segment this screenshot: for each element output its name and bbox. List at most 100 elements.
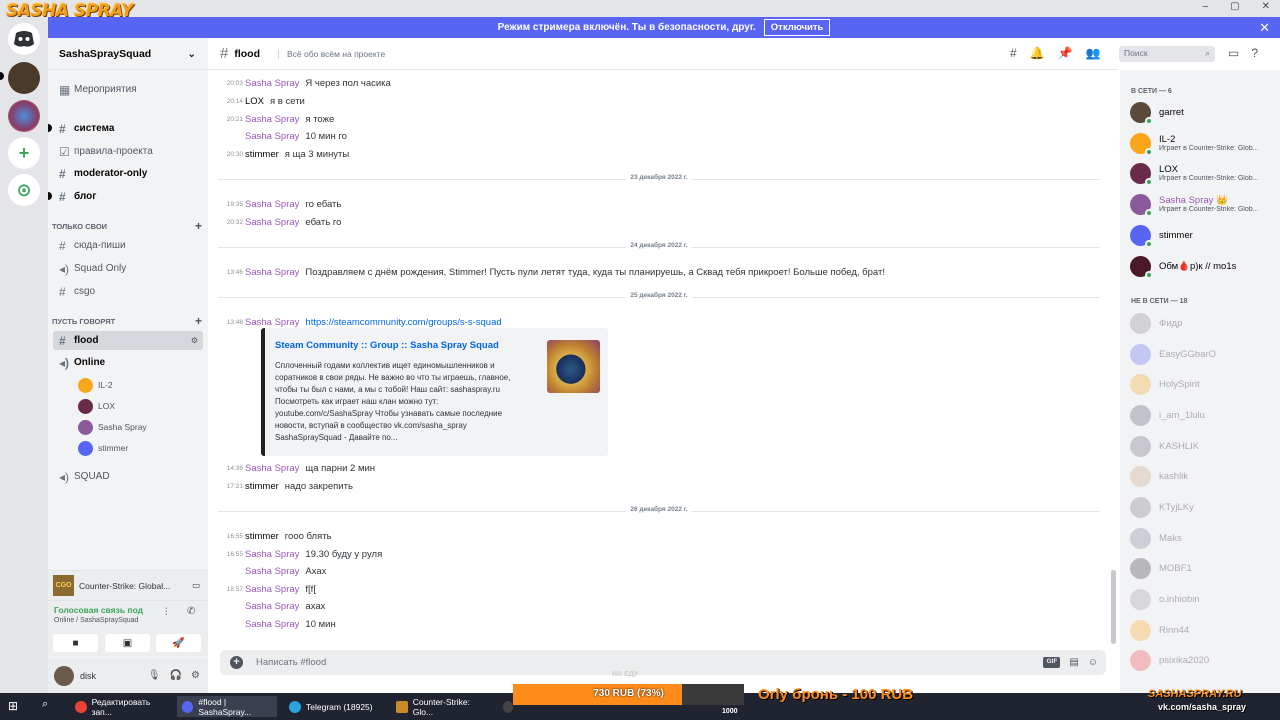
author[interactable]: Sasha Spray [245, 131, 299, 142]
member[interactable]: Rinn44 [1130, 616, 1275, 644]
maximize-icon[interactable]: ▢ [1230, 1, 1239, 12]
channel-syuda-pishi[interactable]: # сюда-пиши [53, 236, 203, 255]
member[interactable]: HolySpirit [1130, 370, 1275, 398]
author[interactable]: Sasha Spray [245, 114, 299, 125]
member[interactable]: kashlik [1130, 462, 1275, 490]
author[interactable]: Sasha Spray [245, 78, 299, 89]
inbox-icon[interactable]: ▭ [1228, 46, 1239, 60]
author[interactable]: stimmer [245, 531, 279, 542]
channel-moderator-only[interactable]: # moderator-only [53, 164, 203, 183]
voice-user[interactable]: stimmer [78, 439, 128, 457]
category-only-own[interactable]: ТОЛЬКО СВОИ + [52, 219, 202, 233]
bell-icon[interactable]: 🔔 [1030, 46, 1045, 60]
noise-icon[interactable]: ⫶ [165, 607, 168, 618]
screen-share-button[interactable]: ▣ [105, 634, 150, 652]
gear-icon[interactable]: ⚙ [191, 670, 200, 681]
member[interactable]: MOBF1 [1130, 554, 1275, 582]
voice-user[interactable]: Sasha Spray [78, 418, 147, 436]
minimize-icon[interactable]: – [1203, 1, 1209, 12]
microphone-icon[interactable]: 🎙 [148, 670, 161, 681]
camera-button[interactable]: ■ [53, 634, 98, 652]
member[interactable]: LOX Играет в Counter-Strike: Glob... [1130, 159, 1275, 187]
author[interactable]: Sasha Spray [245, 619, 299, 630]
disconnect-icon[interactable]: ✆ [187, 606, 195, 617]
taskbar-item-chrome[interactable]: Редактировать зап... [70, 696, 170, 717]
emoji-icon[interactable]: ☺ [1088, 657, 1098, 668]
author[interactable]: Sasha Spray [245, 199, 299, 210]
server-icon-sashaspraysquad[interactable] [8, 100, 40, 132]
channel-flood[interactable]: # flood ⚙ [53, 331, 203, 350]
search-icon[interactable]: ⌕ [42, 698, 48, 711]
member[interactable]: Фидр [1130, 309, 1275, 337]
member[interactable]: Sasha Spray 👑 Играет в Counter-Strike: Gl… [1130, 190, 1275, 218]
scrollbar[interactable] [1111, 570, 1116, 644]
voice-channel-online[interactable]: ◂) Online [53, 353, 203, 372]
events-item[interactable]: ▦ Мероприятия [53, 80, 203, 99]
channel-topic[interactable]: Всё обо всём на проекте [278, 48, 385, 59]
member[interactable]: stimmer [1130, 221, 1275, 249]
author[interactable]: Sasha Spray [245, 463, 299, 474]
member[interactable]: o.inhiobin [1130, 585, 1275, 613]
taskbar-item-telegram[interactable]: Telegram (18925) [284, 696, 384, 717]
discord-home-icon[interactable] [8, 23, 40, 55]
author[interactable]: Sasha Spray [245, 584, 299, 595]
member[interactable]: garret [1130, 98, 1275, 126]
search-input[interactable]: Поиск ⌕ [1119, 46, 1215, 62]
screen-icon[interactable]: ▭ [192, 580, 200, 591]
author[interactable]: stimmer [245, 481, 279, 492]
member[interactable]: IL-2 Играет в Counter-Strike: Glob... [1130, 129, 1275, 157]
member[interactable]: Maks [1130, 524, 1275, 552]
embed-title[interactable]: Steam Community :: Group :: Sasha Spray … [275, 340, 499, 351]
close-icon[interactable]: ✕ [1259, 20, 1270, 36]
voice-status[interactable]: Голосовая связь под [54, 605, 143, 615]
channel-csgo[interactable]: # csgo [53, 282, 203, 301]
add-channel-icon[interactable]: + [195, 219, 202, 233]
explore-servers-button[interactable]: ⊙ [8, 174, 40, 206]
username[interactable]: disk [80, 671, 96, 681]
message-link[interactable]: https://steamcommunity.com/groups/s-s-sq… [305, 317, 501, 328]
taskbar-item-csgo[interactable]: Counter-Strike: Glo... [391, 696, 491, 717]
author[interactable]: Sasha Spray [245, 566, 299, 577]
members-icon[interactable]: 👥 [1086, 46, 1101, 60]
member[interactable]: KASHLIK [1130, 432, 1275, 460]
embed-thumbnail[interactable] [547, 340, 600, 393]
disable-streamer-mode-button[interactable]: Отключить [763, 19, 831, 36]
category-let-them-talk[interactable]: ПУСТЬ ГОВОРЯТ + [52, 314, 202, 328]
voice-channel-info[interactable]: Online / SashaSpraySquad [54, 617, 138, 624]
channel-blog[interactable]: # блог [53, 187, 203, 206]
taskbar-item-obs[interactable] [498, 696, 513, 717]
author[interactable]: LOX [245, 96, 264, 107]
channel-rules[interactable]: ☑ правила-проекта [53, 142, 203, 161]
member[interactable]: EasyGGbarO [1130, 340, 1275, 368]
channel-sistema[interactable]: # система [53, 119, 203, 138]
author[interactable]: Sasha Spray [245, 549, 299, 560]
voice-user[interactable]: LOX [78, 397, 115, 415]
pin-icon[interactable]: 📌 [1058, 46, 1073, 60]
windows-start-icon[interactable]: ⊞ [8, 700, 21, 713]
member[interactable]: KTyjLKy [1130, 493, 1275, 521]
headphones-icon[interactable]: 🎧 [170, 670, 182, 681]
help-icon[interactable]: ? [1251, 46, 1258, 60]
author[interactable]: Sasha Spray [245, 267, 299, 278]
add-server-button[interactable]: + [8, 137, 40, 169]
server-header[interactable]: SashaSpraySquad ⌄ [48, 38, 208, 70]
avatar[interactable] [54, 665, 74, 686]
message-input[interactable] [256, 657, 856, 668]
add-channel-icon[interactable]: + [195, 314, 202, 328]
settings-icon[interactable]: ⚙ [191, 336, 198, 345]
taskbar-item-discord[interactable]: #flood | SashaSpray... [177, 696, 277, 717]
voice-user[interactable]: IL-2 [78, 376, 113, 394]
activity-status[interactable]: CGO Counter-Strike: Global... ▭ [48, 570, 208, 600]
sticker-icon[interactable]: ▤ [1069, 657, 1078, 668]
channel-squad-only[interactable]: ◂) Squad Only [53, 259, 203, 278]
author[interactable]: Sasha Spray [245, 217, 299, 228]
author[interactable]: Sasha Spray [245, 601, 299, 612]
attach-button[interactable]: + [230, 656, 243, 669]
author[interactable]: stimmer [245, 149, 279, 160]
activity-button[interactable]: 🚀 [156, 634, 201, 652]
member[interactable]: Обм🩸р)к // mo1s [1130, 252, 1275, 280]
voice-channel-squad[interactable]: ◂) SQUAD [53, 467, 203, 486]
author[interactable]: Sasha Spray [245, 317, 299, 328]
member[interactable]: psixika2020 [1130, 646, 1275, 674]
close-window-icon[interactable]: ✕ [1262, 1, 1270, 12]
